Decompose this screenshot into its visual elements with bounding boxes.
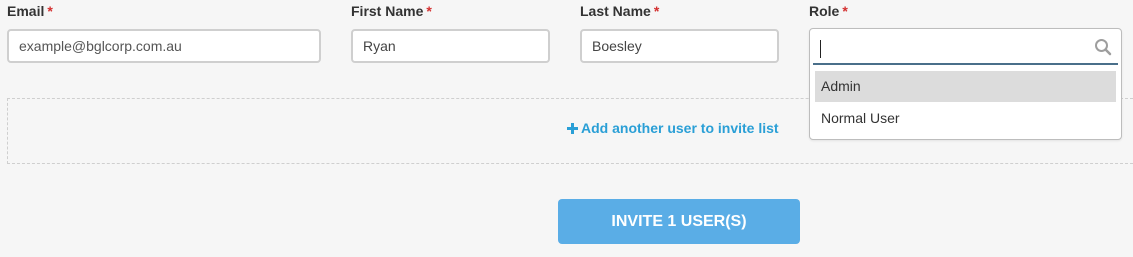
first-name-input[interactable]	[351, 29, 550, 63]
last-name-label-text: Last Name	[580, 3, 651, 19]
first-name-label: First Name *	[351, 3, 432, 19]
text-caret	[820, 40, 821, 58]
required-asterisk: *	[653, 3, 660, 19]
email-label-text: Email	[7, 3, 45, 19]
invite-users-form: Email* First Name* Last Name* Role* Add …	[0, 0, 1133, 257]
role-label-text: Role	[809, 3, 840, 19]
required-asterisk: *	[842, 3, 848, 19]
role-option-normal-user[interactable]: Normal User	[815, 103, 1116, 134]
role-dropdown[interactable]: Admin Normal User	[809, 28, 1122, 140]
role-search-input[interactable]	[813, 32, 1118, 65]
invite-users-button[interactable]: INVITE 1 USER(S)	[558, 199, 800, 244]
required-asterisk: *	[426, 3, 432, 19]
role-label: Role *	[809, 3, 848, 19]
search-icon	[1094, 38, 1112, 56]
last-name-label: Last Name *	[580, 3, 659, 19]
add-another-user-link[interactable]: Add another user to invite list	[567, 120, 779, 136]
email-input[interactable]	[7, 29, 321, 63]
role-option-admin[interactable]: Admin	[815, 71, 1116, 102]
add-another-user-label: Add another user to invite list	[581, 120, 779, 136]
required-asterisk: *	[47, 3, 53, 19]
plus-icon	[567, 120, 578, 136]
first-name-label-text: First Name	[351, 3, 424, 19]
email-label: Email *	[7, 3, 53, 19]
last-name-input[interactable]	[580, 29, 779, 63]
